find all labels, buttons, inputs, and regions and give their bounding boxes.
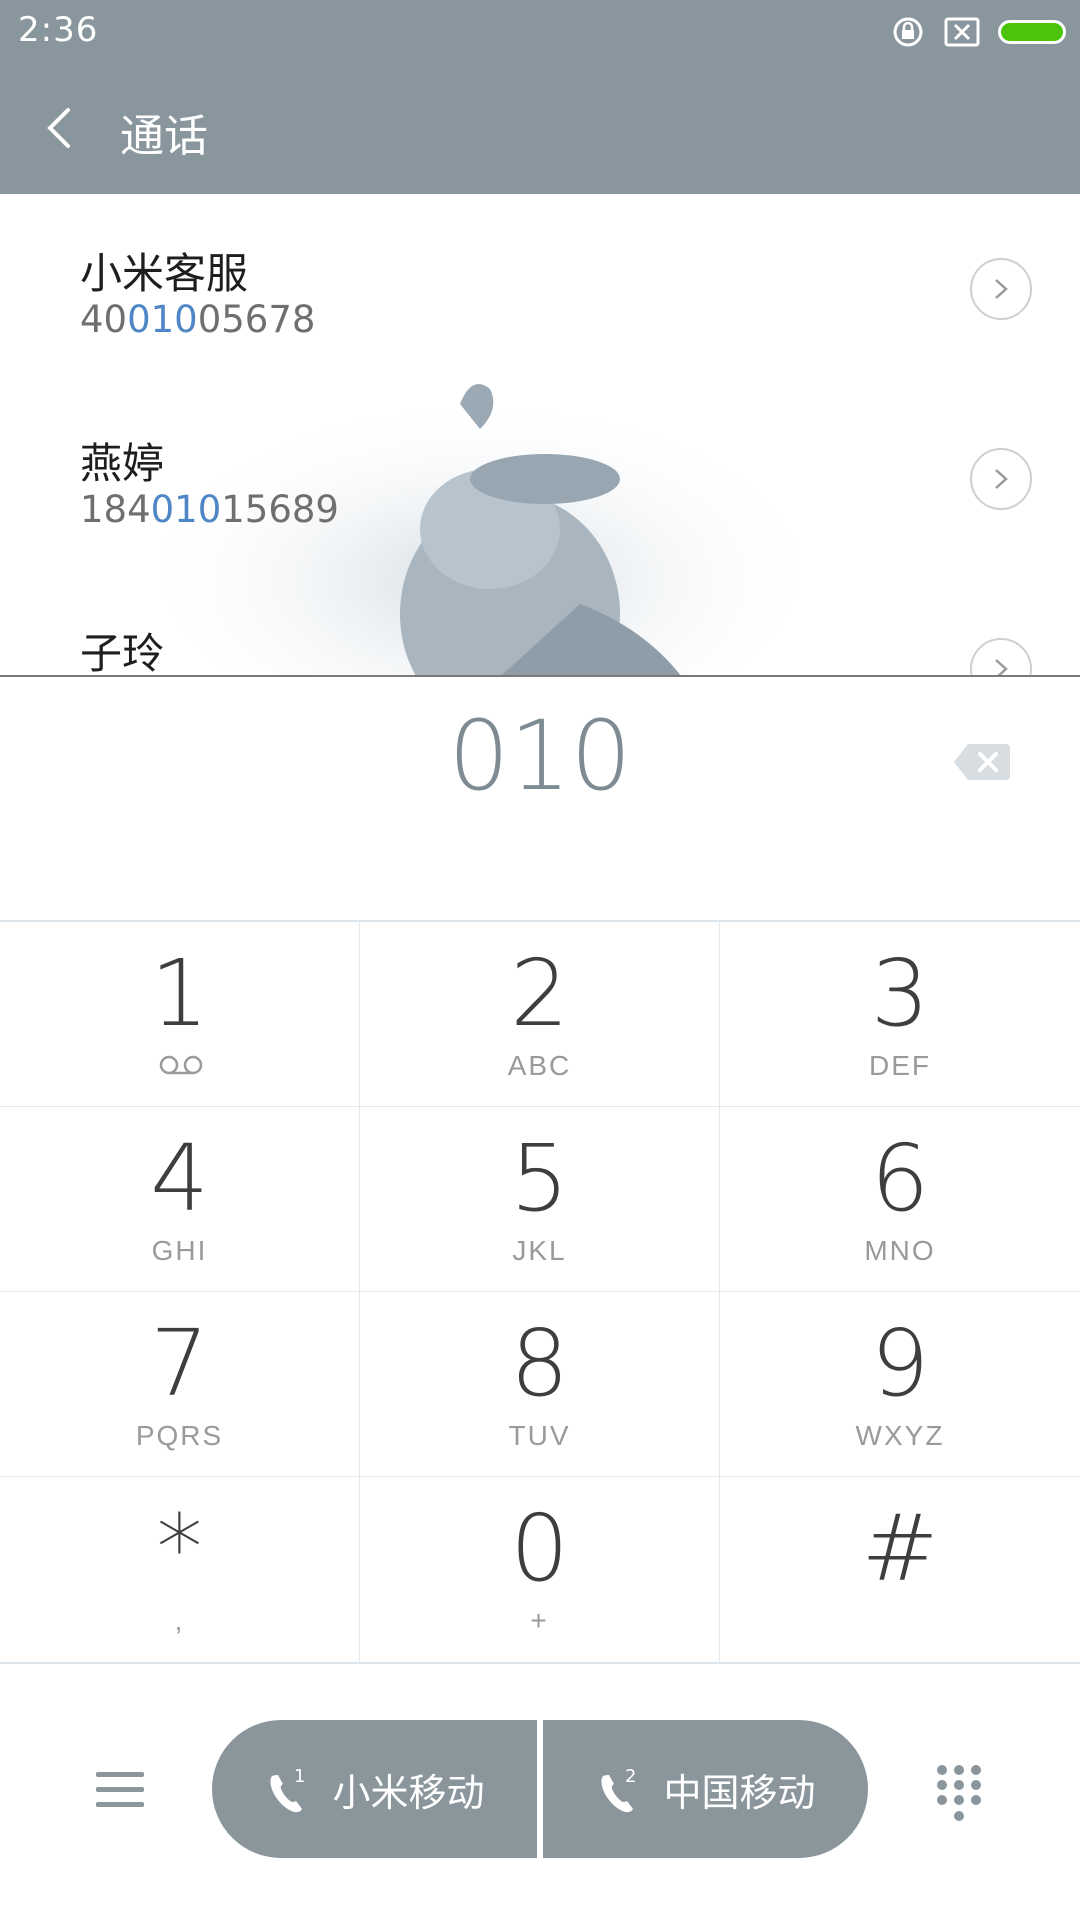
key-letters: MNO	[864, 1235, 936, 1266]
key-0[interactable]: 0 +	[360, 1477, 720, 1662]
key-8[interactable]: 8 TUV	[360, 1292, 720, 1477]
key-letters: TUV	[508, 1420, 571, 1451]
backspace-button[interactable]	[952, 740, 1012, 784]
chevron-right-icon	[995, 469, 1008, 489]
svg-text:1: 1	[294, 1766, 305, 1787]
key-5[interactable]: 5 JKL	[360, 1107, 720, 1292]
dialed-number: 010	[448, 700, 632, 812]
call-sim1-button[interactable]: 1 小米移动	[212, 1720, 537, 1858]
key-letters: WXYZ	[855, 1420, 945, 1451]
key-hash[interactable]: #	[720, 1477, 1080, 1662]
phone-sim1-icon: 1	[270, 1766, 306, 1813]
no-sim-icon	[944, 17, 980, 47]
key-digit: 6	[870, 1125, 930, 1232]
key-letters: GHI	[151, 1235, 208, 1266]
key-digit: 7	[150, 1310, 209, 1417]
voicemail-icon	[159, 1055, 203, 1075]
key-digit: 2	[510, 940, 569, 1047]
contact-results: 小米客服 4001005678 燕婷 18401015689 子玲	[0, 194, 1080, 676]
sim1-label: 小米移动	[332, 1770, 485, 1815]
key-6[interactable]: 6 MNO	[720, 1107, 1080, 1292]
dialpad-icon[interactable]	[934, 1764, 984, 1824]
contact-number: 4001005678	[80, 298, 316, 341]
key-letters: DEF	[869, 1050, 931, 1081]
phone-sim2-icon: 2	[601, 1766, 637, 1813]
key-digit: 5	[510, 1125, 569, 1232]
key-digit: 8	[510, 1310, 569, 1417]
call-sim2-button[interactable]: 2 中国移动	[543, 1720, 868, 1858]
dial-keypad: 1 2 ABC 3 DEF 4 GHI 5 JKL 6 MNO 7 PQRS 8…	[0, 920, 1080, 1664]
page-title: 通话	[120, 111, 208, 162]
sim2-label: 中国移动	[663, 1770, 816, 1815]
menu-icon[interactable]	[96, 1768, 144, 1812]
key-4[interactable]: 4 GHI	[0, 1107, 360, 1292]
bottom-bar: 1 小米移动 2 中国移动	[0, 1660, 1080, 1920]
key-digit: 0	[510, 1495, 569, 1602]
contact-detail-button[interactable]	[970, 638, 1032, 676]
key-letters: ABC	[507, 1050, 572, 1081]
contact-detail-button[interactable]	[970, 258, 1032, 320]
key-star[interactable]: * ,	[0, 1477, 360, 1662]
key-1[interactable]: 1	[0, 922, 360, 1107]
key-digit: 9	[870, 1310, 930, 1417]
key-7[interactable]: 7 PQRS	[0, 1292, 360, 1477]
key-digit: #	[861, 1495, 939, 1602]
key-9[interactable]: 9 WXYZ	[720, 1292, 1080, 1477]
key-letters: JKL	[512, 1235, 567, 1266]
key-2[interactable]: 2 ABC	[360, 922, 720, 1107]
contact-row[interactable]: 燕婷 18401015689	[0, 384, 1080, 574]
key-digit: 4	[150, 1125, 209, 1232]
key-digit: 1	[150, 940, 209, 1047]
key-letters: PQRS	[135, 1420, 224, 1451]
chevron-right-icon	[995, 659, 1008, 676]
status-time: 2:36	[18, 10, 99, 50]
divider	[0, 675, 1080, 677]
key-digit: *	[156, 1495, 203, 1602]
key-letters: +	[530, 1605, 549, 1636]
contact-row[interactable]: 小米客服 4001005678	[0, 194, 1080, 384]
contact-detail-button[interactable]	[970, 448, 1032, 510]
contact-row[interactable]: 子玲	[0, 574, 1080, 676]
battery-icon	[998, 20, 1066, 44]
key-3[interactable]: 3 DEF	[720, 922, 1080, 1107]
back-button[interactable]	[36, 100, 86, 156]
call-buttons: 1 小米移动 2 中国移动	[212, 1720, 868, 1858]
title-bar: 2:36 通话	[0, 0, 1080, 194]
contact-name: 燕婷	[80, 439, 165, 488]
contact-name: 子玲	[80, 629, 165, 676]
contact-number: 18401015689	[80, 488, 339, 531]
rotation-lock-icon	[893, 17, 923, 47]
contact-name: 小米客服	[80, 249, 249, 298]
key-letters: ,	[174, 1605, 185, 1636]
svg-text:2: 2	[625, 1766, 636, 1787]
status-icons	[890, 12, 1066, 52]
chevron-right-icon	[995, 279, 1008, 299]
key-digit: 3	[870, 940, 930, 1047]
